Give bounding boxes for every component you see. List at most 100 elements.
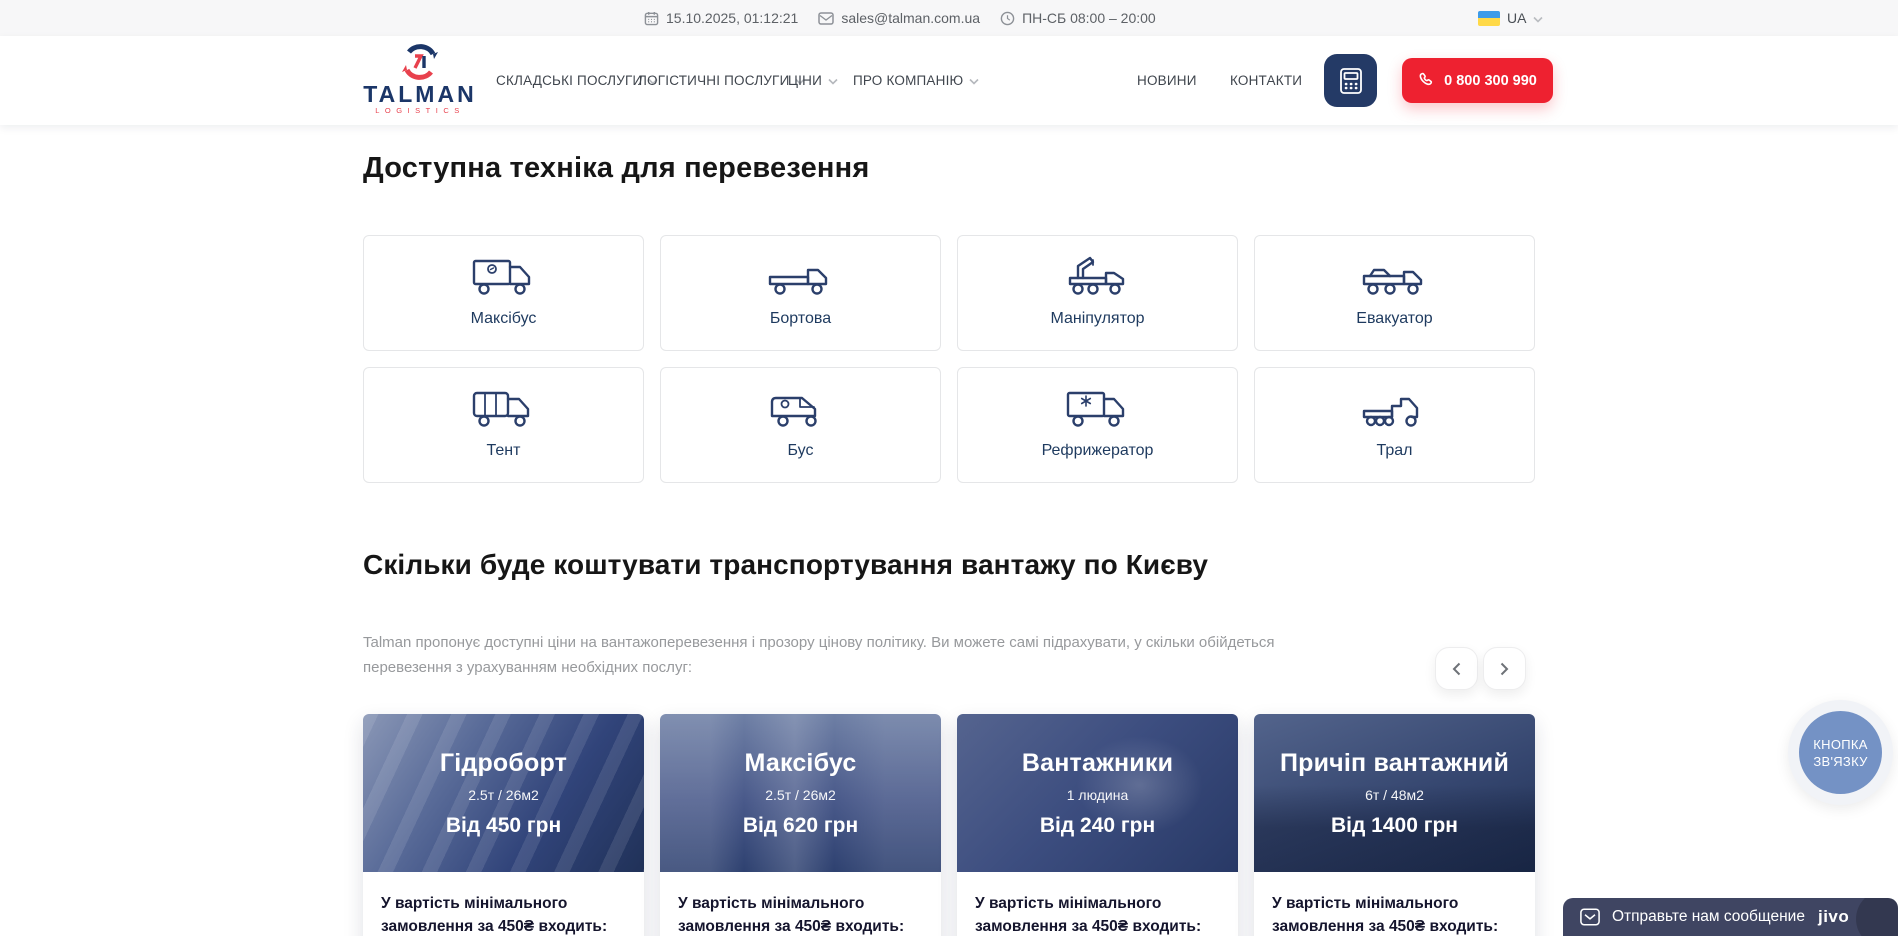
vehicle-card-van[interactable]: Бус xyxy=(660,367,941,483)
vehicle-card-low-loader[interactable]: Трал xyxy=(1254,367,1535,483)
envelope-icon xyxy=(818,12,834,25)
low-loader-icon xyxy=(1361,390,1429,430)
nav-news[interactable]: НОВИНИ xyxy=(1137,36,1197,125)
chevron-down-icon xyxy=(828,78,838,85)
vehicle-label: Максібус xyxy=(471,310,537,328)
price-card-title: Причіп вантажний xyxy=(1280,749,1509,778)
price-card-spec: 6т / 48м2 xyxy=(1365,787,1424,803)
chevron-down-icon xyxy=(1533,10,1543,26)
chevron-down-icon xyxy=(969,78,979,85)
pricing-cards: Гідроборт 2.5т / 26м2 Від 450 грн У варт… xyxy=(363,714,1535,936)
language-code: UA xyxy=(1507,10,1526,26)
tow-truck-icon xyxy=(1361,258,1429,298)
price-card-price: Від 450 грн xyxy=(446,814,561,838)
email[interactable]: sales@talman.com.ua xyxy=(818,10,980,26)
vehicle-label: Трал xyxy=(1376,442,1412,460)
vehicle-card-tow[interactable]: Евакуатор xyxy=(1254,235,1535,351)
chevron-left-icon xyxy=(1452,662,1461,676)
callback-button-inner: КНОПКА ЗВ'ЯЗКУ xyxy=(1799,711,1882,794)
phone-number: 0 800 300 990 xyxy=(1444,73,1537,89)
carousel-prev-button[interactable] xyxy=(1435,647,1478,690)
working-hours: ПН-СБ 08:00 – 20:00 xyxy=(1000,10,1156,26)
logo[interactable]: TALMAN LOGISTICS xyxy=(348,41,492,115)
clock-icon xyxy=(1000,11,1015,26)
phone-icon xyxy=(1418,72,1435,89)
nav-label: НОВИНИ xyxy=(1137,73,1197,88)
vehicles-section-title: Доступна техніка для перевезення xyxy=(363,152,869,185)
price-card-price: Від 240 грн xyxy=(1040,814,1155,838)
price-card-title: Вантажники xyxy=(1022,749,1173,778)
price-card-title: Максібус xyxy=(745,749,857,778)
price-card-image: Вантажники 1 людина Від 240 грн xyxy=(957,714,1238,872)
chat-widget[interactable]: Отправьте нам сообщение jivo xyxy=(1563,898,1898,936)
flatbed-truck-icon xyxy=(767,258,835,298)
vehicle-label: Тент xyxy=(487,442,521,460)
callback-line1: КНОПКА xyxy=(1813,736,1867,753)
calculator-icon xyxy=(1339,67,1363,95)
box-truck-icon xyxy=(470,258,538,298)
vehicles-grid: Максібус Бортова Маніпулятор Евакуатор Т… xyxy=(363,235,1535,483)
callback-button[interactable]: КНОПКА ЗВ'ЯЗКУ xyxy=(1788,700,1893,805)
vehicle-card-tent[interactable]: Тент xyxy=(363,367,644,483)
nav-logistics-services[interactable]: ЛОГІСТИЧНІ ПОСЛУГИ xyxy=(638,36,805,125)
price-card-price: Від 620 грн xyxy=(743,814,858,838)
datetime-text: 15.10.2025, 01:12:21 xyxy=(666,10,798,26)
price-card-image: Причіп вантажний 6т / 48м2 Від 1400 грн xyxy=(1254,714,1535,872)
nav-about-company[interactable]: ПРО КОМПАНІЮ xyxy=(853,36,979,125)
carousel-next-button[interactable] xyxy=(1483,647,1526,690)
van-icon xyxy=(767,390,835,430)
email-text: sales@talman.com.ua xyxy=(841,10,980,26)
carousel-nav xyxy=(1435,647,1526,690)
nav-warehouse-services[interactable]: СКЛАДСЬКІ ПОСЛУГИ xyxy=(496,36,658,125)
price-card-price: Від 1400 грн xyxy=(1331,814,1458,838)
callback-line2: ЗВ'ЯЗКУ xyxy=(1813,753,1867,770)
jivo-logo: jivo xyxy=(1818,907,1849,927)
vehicle-label: Евакуатор xyxy=(1356,310,1432,328)
tent-truck-icon xyxy=(470,390,538,430)
price-card-details: У вартість мінімального замовлення за 45… xyxy=(1254,872,1535,936)
price-card-spec: 1 людина xyxy=(1067,787,1129,803)
price-card-details: У вартість мінімального замовлення за 45… xyxy=(660,872,941,936)
price-card-hydroboard[interactable]: Гідроборт 2.5т / 26м2 Від 450 грн У варт… xyxy=(363,714,644,936)
nav-label: ЦІНИ xyxy=(788,73,822,88)
price-card-details: У вартість мінімального замовлення за 45… xyxy=(363,872,644,936)
vehicle-card-flatbed[interactable]: Бортова xyxy=(660,235,941,351)
calendar-icon xyxy=(644,11,659,26)
logo-emblem-icon xyxy=(397,41,443,83)
calculator-button[interactable] xyxy=(1324,54,1377,107)
chevron-right-icon xyxy=(1500,662,1509,676)
price-card-image: Гідроборт 2.5т / 26м2 Від 450 грн xyxy=(363,714,644,872)
header: TALMAN LOGISTICS СКЛАДСЬКІ ПОСЛУГИ ЛОГІС… xyxy=(0,36,1898,125)
datetime: 15.10.2025, 01:12:21 xyxy=(644,10,798,26)
nav-prices[interactable]: ЦІНИ xyxy=(788,36,838,125)
vehicle-card-maxibus[interactable]: Максібус xyxy=(363,235,644,351)
price-card-cargo-trailer[interactable]: Причіп вантажний 6т / 48м2 Від 1400 грн … xyxy=(1254,714,1535,936)
crane-truck-icon xyxy=(1064,258,1132,298)
price-card-maxibus[interactable]: Максібус 2.5т / 26м2 Від 620 грн У варті… xyxy=(660,714,941,936)
logo-title: TALMAN xyxy=(348,84,492,104)
nav-label: ЛОГІСТИЧНІ ПОСЛУГИ xyxy=(638,73,789,88)
language-selector[interactable]: UA xyxy=(1478,0,1543,36)
nav-label: ПРО КОМПАНІЮ xyxy=(853,73,963,88)
fridge-truck-icon xyxy=(1064,390,1132,430)
nav-contacts[interactable]: КОНТАКТИ xyxy=(1230,36,1302,125)
nav-label: СКЛАДСЬКІ ПОСЛУГИ xyxy=(496,73,642,88)
pricing-description: Talman пропонує доступні ціни на вантажо… xyxy=(363,630,1313,680)
ukraine-flag-icon xyxy=(1478,11,1500,26)
vehicle-label: Бортова xyxy=(770,310,831,328)
chat-envelope-icon xyxy=(1579,907,1601,927)
pricing-section-title: Скільки буде коштувати транспортування в… xyxy=(363,549,1208,581)
price-card-spec: 2.5т / 26м2 xyxy=(468,787,539,803)
price-card-loaders[interactable]: Вантажники 1 людина Від 240 грн У вартіс… xyxy=(957,714,1238,936)
logo-subtitle: LOGISTICS xyxy=(348,106,492,115)
vehicle-label: Рефрижератор xyxy=(1042,442,1154,460)
topbar: 15.10.2025, 01:12:21 sales@talman.com.ua… xyxy=(0,0,1898,36)
nav-label: КОНТАКТИ xyxy=(1230,73,1302,88)
phone-button[interactable]: 0 800 300 990 xyxy=(1402,58,1553,103)
topbar-info: 15.10.2025, 01:12:21 sales@talman.com.ua… xyxy=(644,0,1156,36)
chat-message: Отправьте нам сообщение xyxy=(1612,908,1805,926)
vehicle-card-crane[interactable]: Маніпулятор xyxy=(957,235,1238,351)
vehicle-label: Маніпулятор xyxy=(1050,310,1144,328)
price-card-title: Гідроборт xyxy=(440,749,567,778)
vehicle-card-fridge[interactable]: Рефрижератор xyxy=(957,367,1238,483)
